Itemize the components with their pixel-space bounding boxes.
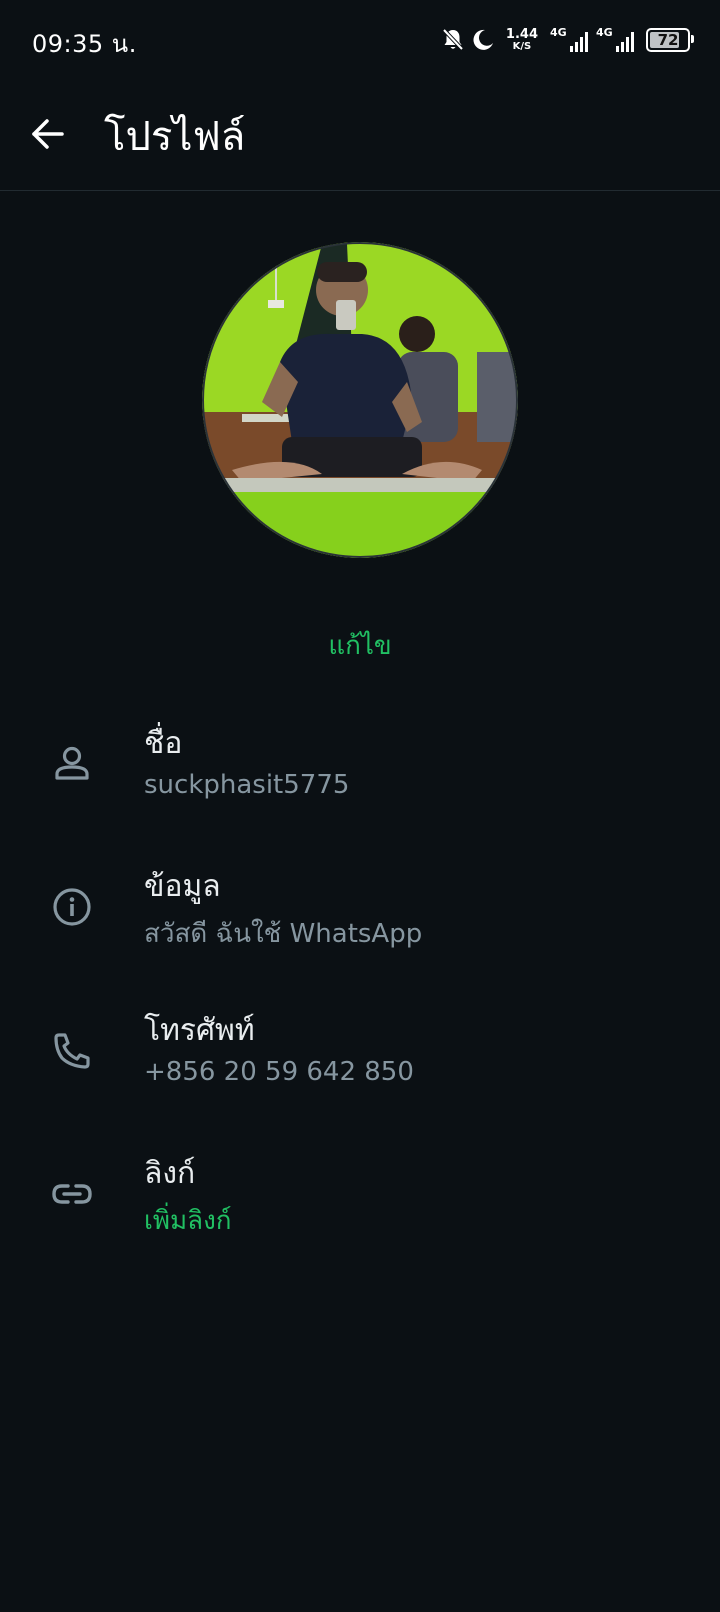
phone-icon xyxy=(54,1033,90,1069)
network-speed-value: 1.44 xyxy=(505,27,538,42)
links-label: ลิงก์ xyxy=(144,1156,196,1191)
about-row[interactable]: ข้อมูล สวัสดี ฉันใช้ WhatsApp xyxy=(0,853,720,973)
phone-label: โทรศัพท์ xyxy=(144,1013,255,1048)
info-icon xyxy=(53,888,91,926)
battery-icon: 72 xyxy=(646,28,694,52)
profile-photo-image xyxy=(202,242,518,558)
status-time: 09:35 น. xyxy=(32,30,137,58)
phone-value: +856 20 59 642 850 xyxy=(144,1057,414,1087)
status-icons: 1.44 K/S 4G 4G 72 xyxy=(442,24,694,56)
edit-photo-link[interactable]: แก้ไข xyxy=(0,625,720,666)
phone-row[interactable]: โทรศัพท์ +856 20 59 642 850 xyxy=(0,997,720,1117)
arrow-left-icon xyxy=(32,119,64,149)
name-value: suckphasit5775 xyxy=(144,770,350,800)
network-speed-unit: K/S xyxy=(512,41,532,52)
link-icon xyxy=(52,1184,92,1204)
links-row[interactable]: ลิงก์ เพิ่มลิงก์ xyxy=(0,1140,720,1260)
moon-icon xyxy=(472,29,494,51)
bell-off-icon xyxy=(442,28,464,52)
app-header: โปรไฟล์ xyxy=(0,80,720,191)
status-bar: 09:35 น. 1.44 K/S 4G 4G 72 xyxy=(0,0,720,80)
battery-level: 72 xyxy=(657,31,679,49)
about-label: ข้อมูล xyxy=(144,869,221,904)
sim1-network-label: 4G xyxy=(550,26,567,39)
page-title: โปรไฟล์ xyxy=(104,114,246,160)
add-link-button[interactable]: เพิ่มลิงก์ xyxy=(144,1200,232,1241)
signal-sim1-icon: 4G xyxy=(550,26,588,52)
sim2-network-label: 4G xyxy=(596,26,613,39)
person-icon xyxy=(55,746,89,780)
signal-sim2-icon: 4G xyxy=(596,26,634,52)
profile-photo[interactable] xyxy=(202,242,518,558)
name-label: ชื่อ xyxy=(144,726,183,761)
name-row[interactable]: ชื่อ suckphasit5775 xyxy=(0,710,720,830)
about-value: สวัสดี ฉันใช้ WhatsApp xyxy=(144,919,423,949)
network-speed: 1.44 K/S xyxy=(506,28,538,52)
back-button[interactable] xyxy=(22,108,74,160)
